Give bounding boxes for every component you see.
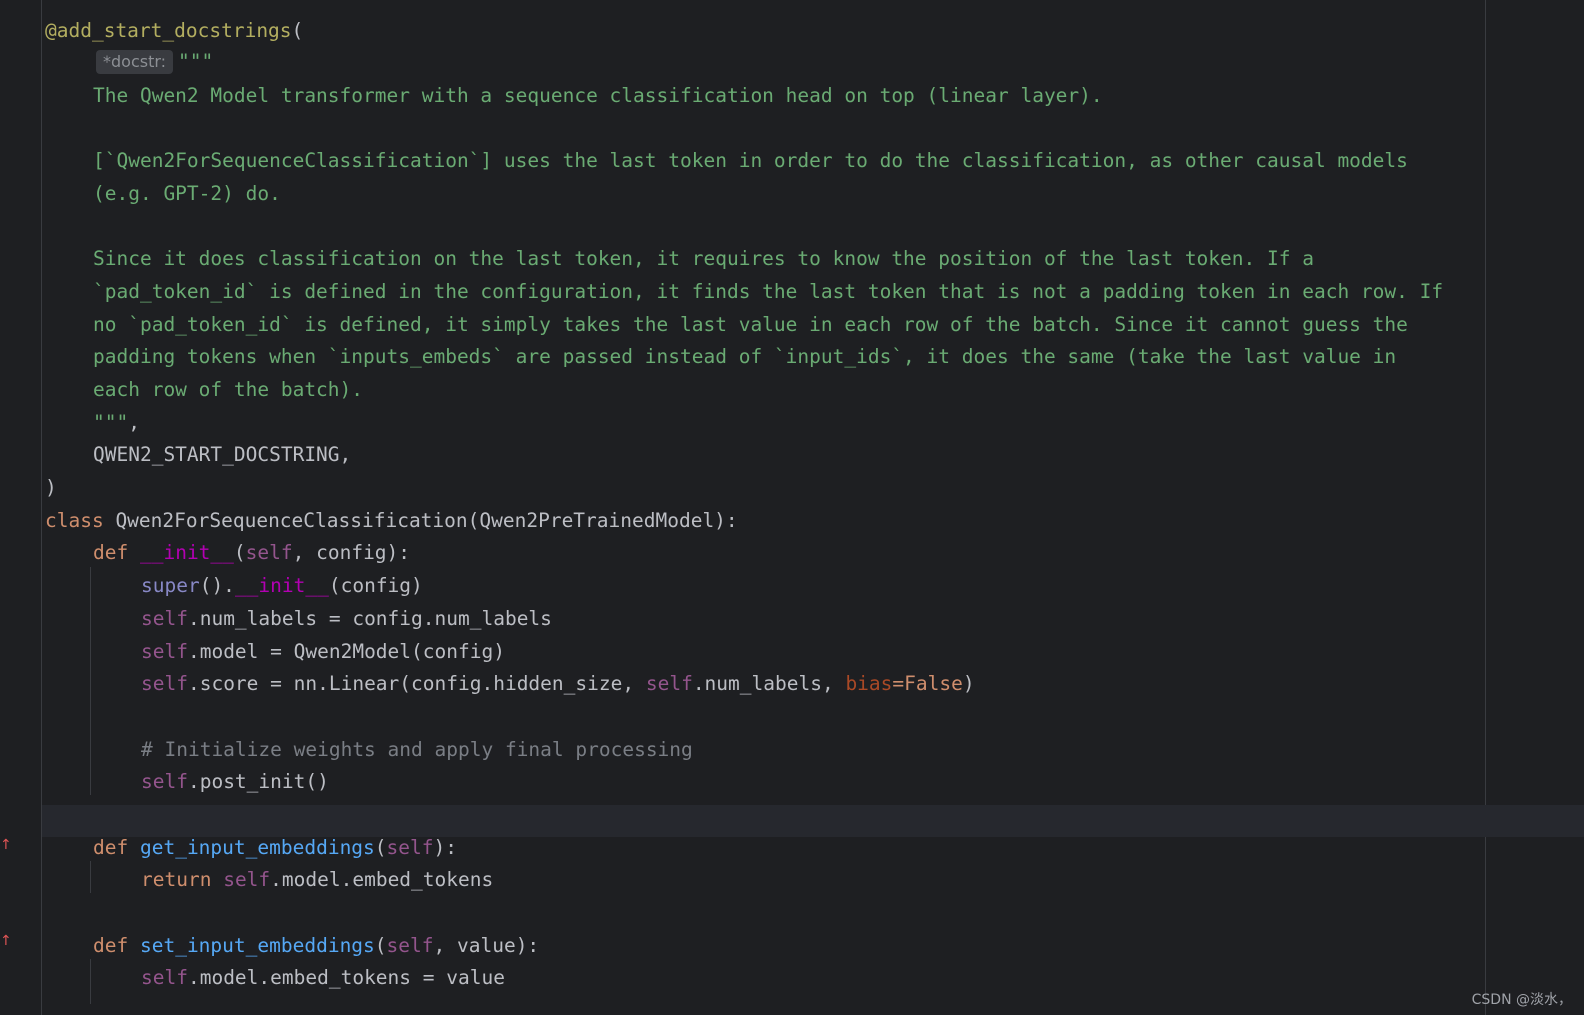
- docstring-line: (e.g. GPT-2) do.: [93, 182, 281, 205]
- code-line-get-embeddings-def[interactable]: def get_input_embeddings(self):: [93, 831, 457, 864]
- assignment: .model.embed_tokens = value: [187, 966, 505, 989]
- code-line-post-init[interactable]: self.post_init(): [141, 765, 329, 798]
- editor-gutter[interactable]: [0, 0, 42, 1015]
- override-method-icon[interactable]: ↑: [0, 836, 14, 854]
- self-ref: self: [223, 868, 271, 891]
- keyword-def: def: [93, 836, 129, 859]
- init-method-name: __init__: [139, 541, 234, 564]
- indent-guide: [90, 959, 91, 1004]
- keyword-def: def: [93, 934, 129, 957]
- override-method-icon[interactable]: ↑: [0, 932, 14, 950]
- code-line-model-assign[interactable]: self.model = Qwen2Model(config): [141, 635, 505, 668]
- keyword-return: return: [141, 868, 212, 891]
- keyword-def: def: [93, 541, 129, 564]
- init-params: , config):: [292, 541, 411, 564]
- paren: (: [291, 19, 304, 42]
- code-line-constant-arg[interactable]: QWEN2_START_DOCSTRING,: [93, 438, 351, 471]
- method-name: set_input_embeddings: [139, 934, 375, 957]
- keyword-argument-value: =False: [892, 672, 963, 695]
- paren: (: [374, 836, 387, 859]
- assignment: .score = nn.Linear(config.hidden_size,: [187, 672, 646, 695]
- self-param: self: [245, 541, 293, 564]
- decorator-name: @add_start_docstrings: [45, 19, 292, 42]
- paren: ): [962, 672, 975, 695]
- docstring-line: padding tokens when `inputs_embeds` are …: [93, 345, 1397, 368]
- docstring-line: Since it does classification on the last…: [93, 247, 1314, 270]
- code-line-docstring-close[interactable]: """,: [93, 406, 140, 439]
- self-ref: self: [141, 966, 188, 989]
- self-ref: self: [141, 607, 188, 630]
- paren: ):: [433, 836, 457, 859]
- paren: (: [233, 541, 246, 564]
- docstring-quotes: """: [93, 411, 129, 434]
- code-line-class-declaration[interactable]: class Qwen2ForSequenceClassification(Qwe…: [45, 504, 738, 537]
- docstring-line: The Qwen2 Model transformer with a seque…: [93, 84, 1103, 107]
- keyword-class: class: [45, 509, 104, 532]
- paren: (: [374, 934, 387, 957]
- self-ref: self: [141, 672, 188, 695]
- assignment: .model = Qwen2Model(config): [187, 640, 505, 663]
- keyword-argument-name: bias: [845, 672, 893, 695]
- watermark-text: CSDN @淡水，: [1471, 992, 1572, 1008]
- code-line-docstring-open[interactable]: *docstr: """: [96, 45, 213, 78]
- code-editor[interactable]: ↑ ↑ @add_start_docstrings( *docstr: """ T…: [0, 0, 1584, 1015]
- code-line-num-labels[interactable]: self.num_labels = config.num_labels: [141, 602, 552, 635]
- class-signature: Qwen2ForSequenceClassification(Qwen2PreT…: [103, 509, 738, 532]
- self-param: self: [386, 836, 434, 859]
- code-line-set-embeddings-def[interactable]: def set_input_embeddings(self, value):: [93, 929, 539, 962]
- docstring-line: each row of the batch).: [93, 378, 364, 401]
- indent-guide: [90, 567, 91, 795]
- params: , value):: [433, 934, 540, 957]
- builtin-super: super: [141, 574, 200, 597]
- self-ref: self: [141, 770, 188, 793]
- code-line-set-assign[interactable]: self.model.embed_tokens = value: [141, 961, 505, 994]
- comma: ,: [128, 411, 140, 434]
- code-line-score-assign[interactable]: self.score = nn.Linear(config.hidden_siz…: [141, 667, 975, 700]
- docstring-quotes: """: [178, 50, 214, 73]
- call-chain: ().: [199, 574, 235, 597]
- call-args: (config): [328, 574, 423, 597]
- code-line-init-def[interactable]: def __init__(self, config):: [93, 536, 410, 569]
- indent-guide: [90, 861, 91, 893]
- method-call: .post_init(): [187, 770, 329, 793]
- method-name: get_input_embeddings: [139, 836, 375, 859]
- code-line-decorator[interactable]: @add_start_docstrings(: [45, 14, 303, 47]
- code-line-return[interactable]: return self.model.embed_tokens: [141, 863, 493, 896]
- init-method-name: __init__: [234, 574, 329, 597]
- code-line-super-call[interactable]: super().__init__(config): [141, 569, 423, 602]
- assignment: .num_labels,: [692, 672, 846, 695]
- self-ref: self: [141, 640, 188, 663]
- docstring-line: no `pad_token_id` is defined, it simply …: [93, 313, 1408, 336]
- self-param: self: [386, 934, 434, 957]
- docstring-line: [`Qwen2ForSequenceClassification`] uses …: [93, 149, 1408, 172]
- code-line-close-paren[interactable]: ): [45, 471, 57, 504]
- self-ref: self: [645, 672, 693, 695]
- attribute-access: .model.embed_tokens: [270, 868, 494, 891]
- code-comment[interactable]: # Initialize weights and apply final pro…: [141, 733, 693, 766]
- parameter-inlay-hint: *docstr:: [96, 50, 174, 74]
- assignment: .num_labels = config.num_labels: [187, 607, 552, 630]
- docstring-line: `pad_token_id` is defined in the configu…: [93, 280, 1444, 303]
- right-margin-guide: [1485, 0, 1486, 1015]
